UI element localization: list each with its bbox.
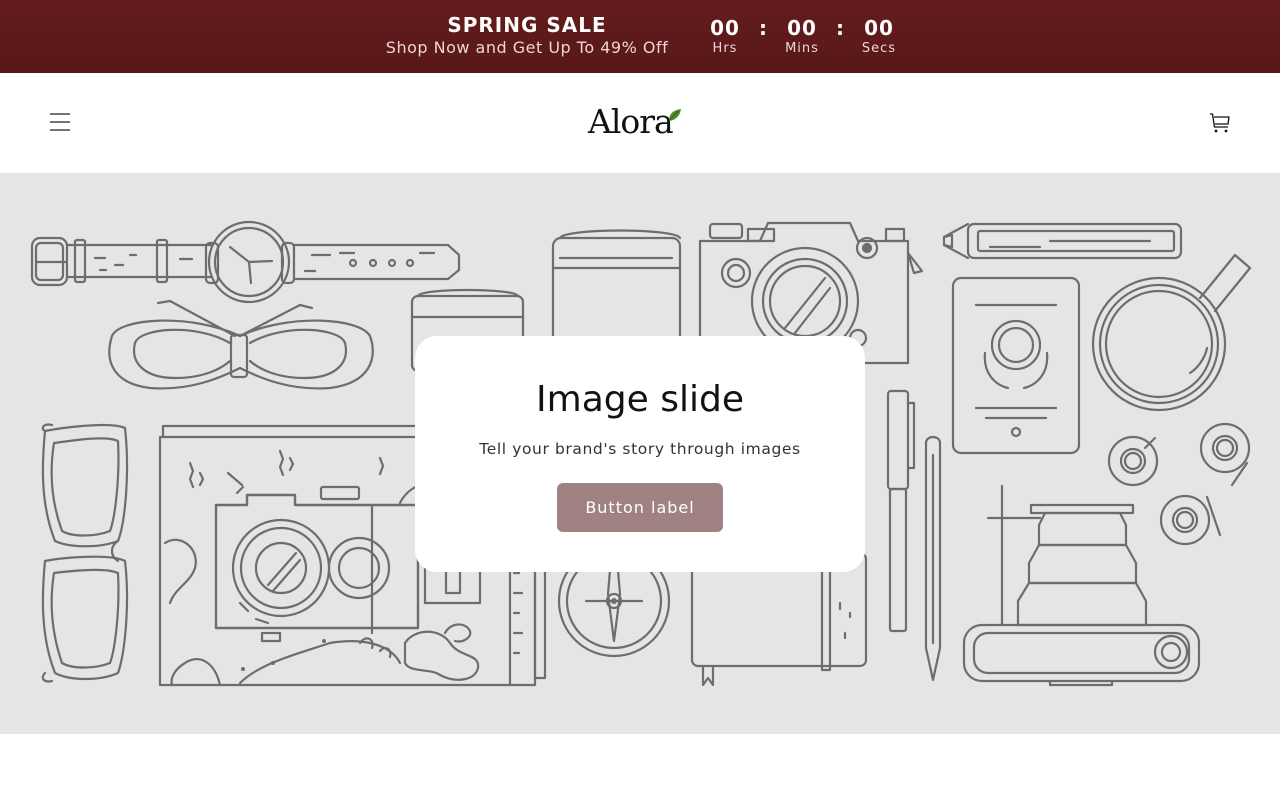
hero-title: Image slide bbox=[536, 379, 744, 420]
hero-description: Tell your brand's story through images bbox=[479, 440, 801, 458]
logo-text: Alora bbox=[588, 102, 674, 141]
countdown-separator: : bbox=[759, 16, 767, 40]
menu-button[interactable] bbox=[40, 101, 80, 145]
countdown-seconds: 00 Secs bbox=[849, 15, 909, 57]
cart-button[interactable] bbox=[1200, 101, 1240, 145]
countdown-hours-label: Hrs bbox=[712, 41, 738, 56]
countdown-seconds-value: 00 bbox=[864, 16, 894, 40]
page-below-hero bbox=[0, 734, 1280, 800]
countdown-minutes-label: Mins bbox=[785, 41, 819, 56]
hero-content-card: Image slide Tell your brand's story thro… bbox=[415, 336, 865, 572]
promo-text: SPRING SALE Shop Now and Get Up To 49% O… bbox=[379, 12, 675, 58]
hamburger-menu-icon bbox=[50, 113, 70, 131]
countdown-minutes-value: 00 bbox=[787, 16, 817, 40]
shopping-cart-icon bbox=[1210, 113, 1230, 133]
countdown-minutes: 00 Mins bbox=[772, 15, 832, 57]
hero-image-slide: Image slide Tell your brand's story thro… bbox=[0, 173, 1280, 734]
promo-title: SPRING SALE bbox=[447, 13, 607, 37]
countdown-separator: : bbox=[836, 16, 844, 40]
site-header: Alora bbox=[0, 73, 1280, 173]
countdown-hours-value: 00 bbox=[710, 16, 740, 40]
countdown-seconds-label: Secs bbox=[861, 41, 897, 56]
announcement-bar: SPRING SALE Shop Now and Get Up To 49% O… bbox=[0, 0, 1280, 73]
leaf-icon bbox=[668, 109, 681, 122]
promo-subtitle: Shop Now and Get Up To 49% Off bbox=[385, 38, 669, 57]
logo[interactable]: Alora bbox=[588, 99, 688, 147]
hero-cta-button[interactable]: Button label bbox=[557, 483, 723, 532]
countdown-hours: 00 Hrs bbox=[695, 15, 755, 57]
